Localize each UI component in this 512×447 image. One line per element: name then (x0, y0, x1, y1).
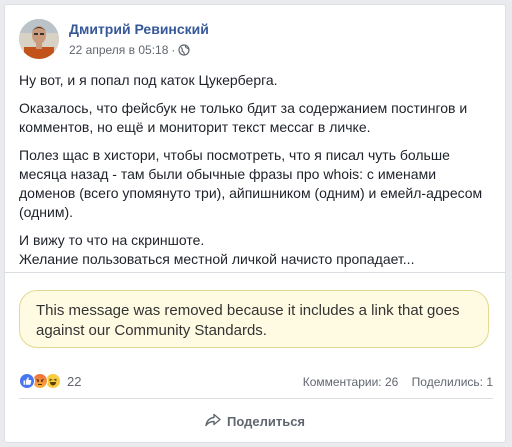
post-timestamp[interactable]: 22 апреля в 05:18 (69, 43, 168, 57)
post-meta: 22 апреля в 05:18 · (69, 43, 190, 57)
engagement-stats: Комментарии: 26 Поделились: 1 (303, 375, 493, 389)
reactions-summary[interactable]: 22 (19, 373, 81, 389)
post-paragraph-4: И вижу то что на скриншоте. Желание поль… (19, 232, 415, 267)
comments-count-link[interactable]: Комментарии: 26 (303, 375, 399, 389)
post-stats: 22 Комментарии: 26 Поделились: 1 (19, 371, 493, 393)
share-label: Поделиться (226, 413, 306, 429)
post-card: Дмитрий Ревинский 22 апреля в 05:18 · Ну… (4, 4, 506, 443)
share-arrow-icon (205, 413, 227, 430)
reaction-count[interactable]: 22 (67, 374, 81, 389)
avatar-photo (19, 19, 59, 59)
globe-icon[interactable] (178, 44, 190, 56)
like-icon (19, 373, 35, 389)
divider (5, 272, 505, 273)
meta-separator: · (171, 43, 176, 57)
removed-message-notice: This message was removed because it incl… (19, 290, 489, 348)
post-paragraph-3: Полез щас в хистори, чтобы посмотреть, ч… (19, 147, 483, 220)
post-body: Ну вот, и я попал под каток Цукерберга. … (19, 71, 493, 278)
post-paragraph-2: Оказалось, что фейсбук не только бдит за… (19, 100, 468, 135)
shares-count-link[interactable]: Поделились: 1 (412, 375, 493, 389)
post-paragraph-1: Ну вот, и я попал под каток Цукерберга. (19, 72, 278, 88)
author-name[interactable]: Дмитрий Ревинский (69, 21, 209, 37)
divider (19, 398, 493, 399)
share-button[interactable]: Поделиться (5, 403, 505, 439)
avatar[interactable] (19, 19, 59, 59)
